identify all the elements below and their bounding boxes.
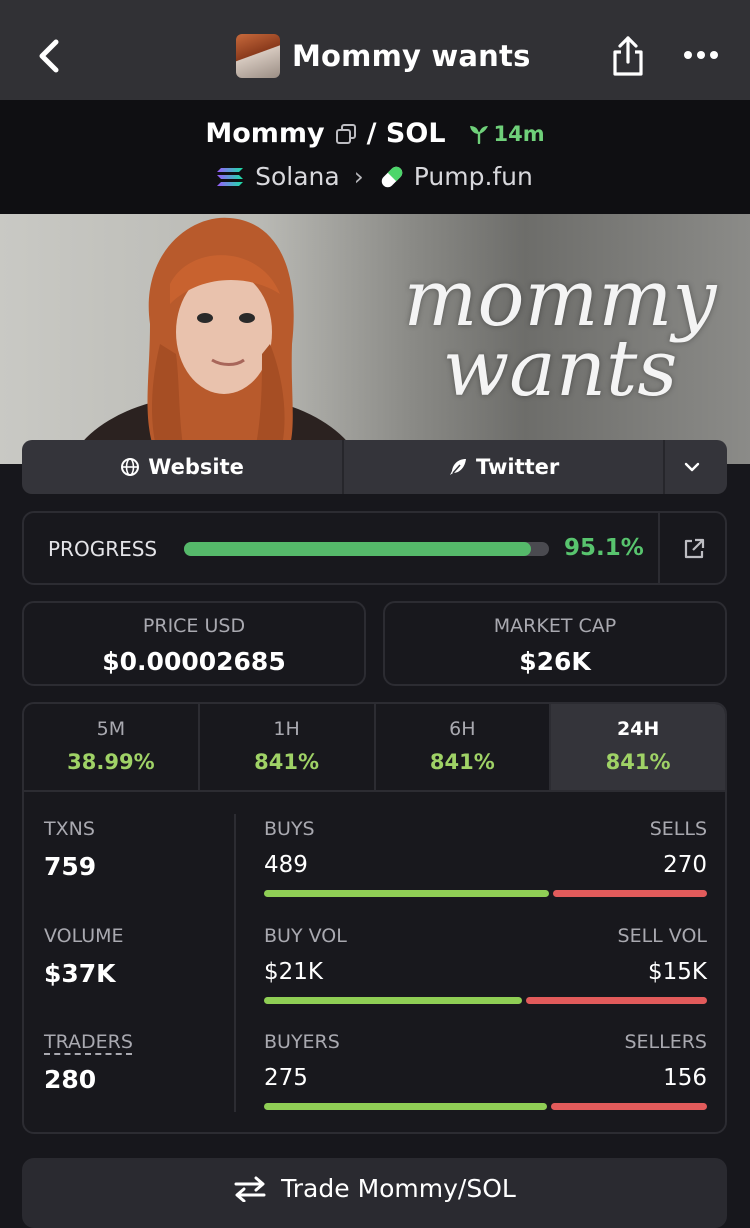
buys-label: BUYS bbox=[264, 818, 315, 840]
copy-icon[interactable] bbox=[335, 123, 357, 145]
page-title: Mommy wants bbox=[292, 39, 531, 73]
txns-value: 759 bbox=[44, 852, 97, 881]
twitter-label: Twitter bbox=[475, 455, 560, 479]
progress-label: PROGRESS bbox=[48, 537, 158, 561]
buy-vol-value: $21K bbox=[264, 959, 323, 985]
pair-age: 14m bbox=[468, 122, 545, 146]
tab-change: 841% bbox=[605, 750, 671, 774]
tab-label: 1H bbox=[273, 718, 300, 740]
top-nav-bar: Mommy wants bbox=[0, 0, 750, 100]
buyers-bar-fill bbox=[264, 1103, 547, 1110]
buys-value: 489 bbox=[264, 852, 308, 878]
sellers-bar-fill bbox=[550, 1103, 707, 1110]
banner-caption-line2: wants bbox=[442, 324, 678, 414]
pill-icon bbox=[381, 166, 402, 187]
solana-icon bbox=[217, 167, 244, 186]
breadcrumb-chain[interactable]: Solana bbox=[255, 162, 340, 191]
globe-icon bbox=[121, 458, 140, 476]
buy-vol-bar-fill bbox=[264, 997, 523, 1004]
volume-metric: VOLUME $37K bbox=[44, 925, 124, 988]
buyers-value: 275 bbox=[264, 1065, 308, 1091]
sells-label: SELLS bbox=[649, 818, 707, 840]
social-links-bar: Website Twitter bbox=[22, 440, 727, 494]
tab-label: 6H bbox=[449, 718, 476, 740]
buyvol-sellvol-bar bbox=[264, 997, 707, 1004]
sellers-value: 156 bbox=[663, 1065, 707, 1091]
tab-1h[interactable]: 1H 841% bbox=[200, 704, 376, 790]
timeframe-tabs: 5M 38.99% 1H 841% 6H 841% 24H 841% bbox=[24, 704, 725, 792]
banner-caption: mommy wants bbox=[400, 260, 720, 414]
tab-label: 5M bbox=[96, 718, 126, 740]
trading-stats-panel: 5M 38.99% 1H 841% 6H 841% 24H 841% TXNS … bbox=[22, 702, 727, 1134]
tab-change: 38.99% bbox=[67, 750, 155, 774]
traders-label: TRADERS bbox=[44, 1031, 133, 1053]
bonding-progress-panel: PROGRESS 95.1% bbox=[22, 511, 727, 585]
pair-quote-symbol: / SOL bbox=[366, 118, 446, 149]
progress-track bbox=[184, 542, 549, 556]
website-button[interactable]: Website bbox=[22, 440, 345, 494]
txns-label: TXNS bbox=[44, 818, 95, 840]
more-links-button[interactable] bbox=[665, 440, 727, 494]
token-avatar bbox=[236, 34, 280, 78]
market-cap-card: MARKET CAP $26K bbox=[383, 601, 727, 686]
progress-fill bbox=[184, 542, 532, 556]
pair-base-symbol: Mommy bbox=[205, 118, 325, 149]
txns-metric: TXNS 759 bbox=[44, 818, 96, 881]
token-banner-image: mommy wants bbox=[0, 214, 750, 464]
breadcrumb-dex[interactable]: Pump.fun bbox=[414, 162, 533, 191]
traders-metric[interactable]: TRADERS 280 bbox=[44, 1031, 133, 1094]
tab-change: 841% bbox=[254, 750, 320, 774]
share-icon[interactable] bbox=[608, 34, 648, 78]
buyers-sellers-bar bbox=[264, 1103, 707, 1110]
price-usd-label: PRICE USD bbox=[142, 615, 246, 637]
sellers-label: SELLERS bbox=[624, 1031, 707, 1053]
traders-value: 280 bbox=[44, 1065, 97, 1094]
market-cap-label: MARKET CAP bbox=[493, 615, 617, 637]
buyers-label: BUYERS bbox=[264, 1031, 340, 1053]
feather-icon bbox=[449, 459, 466, 475]
sell-vol-value: $15K bbox=[648, 959, 707, 985]
progress-link-button[interactable] bbox=[658, 513, 729, 583]
sells-bar-fill bbox=[553, 890, 707, 897]
buys-sells-bar bbox=[264, 890, 707, 897]
stats-divider bbox=[234, 814, 236, 1112]
tab-24h[interactable]: 24H 841% bbox=[551, 704, 725, 790]
nav-title-group: Mommy wants bbox=[236, 32, 531, 80]
buys-bar-fill bbox=[264, 890, 550, 897]
price-usd-value: $0.00002685 bbox=[102, 647, 286, 676]
trade-button[interactable]: Trade Mommy/SOL bbox=[22, 1158, 727, 1228]
sells-value: 270 bbox=[663, 852, 707, 878]
chevron-down-icon bbox=[684, 462, 700, 472]
pair-title-row: Mommy / SOL 14m bbox=[0, 118, 750, 149]
tab-6h[interactable]: 6H 841% bbox=[376, 704, 552, 790]
volume-value: $37K bbox=[44, 959, 116, 988]
price-usd-card: PRICE USD $0.00002685 bbox=[22, 601, 366, 686]
more-horizontal-icon[interactable] bbox=[680, 40, 724, 70]
seedling-icon bbox=[469, 125, 488, 144]
pair-header: Mommy / SOL 14m Solana › Pump.fun bbox=[0, 100, 750, 214]
market-cap-value: $26K bbox=[519, 647, 591, 676]
tab-change: 841% bbox=[429, 750, 495, 774]
volume-label: VOLUME bbox=[44, 925, 124, 947]
progress-percent: 95.1% bbox=[564, 535, 644, 561]
pair-breadcrumb: Solana › Pump.fun bbox=[0, 162, 750, 191]
buy-vol-label: BUY VOL bbox=[264, 925, 347, 947]
twitter-button[interactable]: Twitter bbox=[344, 440, 666, 494]
pair-age-text: 14m bbox=[493, 121, 545, 146]
chevron-left-icon[interactable] bbox=[30, 34, 70, 78]
swap-icon bbox=[234, 1176, 266, 1202]
website-label: Website bbox=[148, 455, 244, 479]
sell-vol-label: SELL VOL bbox=[617, 925, 707, 947]
sell-vol-bar-fill bbox=[526, 997, 707, 1004]
tab-label: 24H bbox=[616, 718, 660, 740]
external-link-icon bbox=[684, 538, 705, 559]
chevron-right-icon: › bbox=[353, 162, 364, 191]
tab-5m[interactable]: 5M 38.99% bbox=[24, 704, 200, 790]
